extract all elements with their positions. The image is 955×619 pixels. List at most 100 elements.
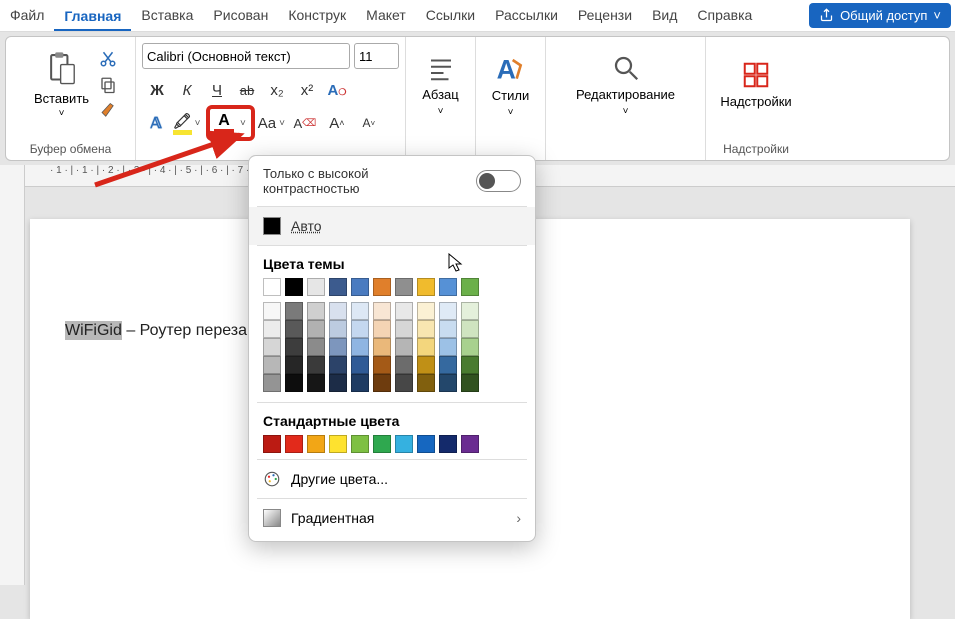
color-swatch[interactable] xyxy=(439,320,457,338)
color-swatch[interactable] xyxy=(329,338,347,356)
color-swatch[interactable] xyxy=(439,302,457,320)
color-swatch[interactable] xyxy=(395,320,413,338)
change-case-button[interactable]: Aa˅ xyxy=(259,110,287,136)
color-swatch[interactable] xyxy=(285,374,303,392)
menu-help[interactable]: Справка xyxy=(687,1,762,31)
color-swatch[interactable] xyxy=(395,278,413,296)
color-swatch[interactable] xyxy=(329,435,347,453)
clear-format-button[interactable]: A⌫ xyxy=(291,110,319,136)
color-swatch[interactable] xyxy=(351,338,369,356)
text-effects-button[interactable]: A❍ xyxy=(322,82,352,99)
color-swatch[interactable] xyxy=(351,278,369,296)
color-swatch[interactable] xyxy=(263,374,281,392)
color-swatch[interactable] xyxy=(263,320,281,338)
color-swatch[interactable] xyxy=(439,356,457,374)
share-button[interactable]: Общий доступ ˅ xyxy=(809,3,951,28)
color-swatch[interactable] xyxy=(263,302,281,320)
paragraph-button[interactable]: Абзац ˅ xyxy=(422,37,458,132)
color-swatch[interactable] xyxy=(439,338,457,356)
menu-file[interactable]: Файл xyxy=(0,1,54,31)
copy-icon[interactable] xyxy=(99,76,117,94)
color-swatch[interactable] xyxy=(439,435,457,453)
cut-icon[interactable] xyxy=(99,50,117,68)
color-swatch[interactable] xyxy=(329,278,347,296)
color-swatch[interactable] xyxy=(373,356,391,374)
color-swatch[interactable] xyxy=(263,338,281,356)
color-swatch[interactable] xyxy=(351,435,369,453)
color-swatch[interactable] xyxy=(439,278,457,296)
color-swatch[interactable] xyxy=(307,278,325,296)
color-swatch[interactable] xyxy=(351,356,369,374)
paste-button[interactable]: Вставить ˅ xyxy=(24,37,99,132)
high-contrast-toggle-row[interactable]: Только с высокой контрастностью xyxy=(249,156,535,206)
highlight-button[interactable]: 🖍˅ xyxy=(174,110,202,136)
color-swatch[interactable] xyxy=(461,278,479,296)
color-swatch[interactable] xyxy=(329,374,347,392)
more-colors-row[interactable]: Другие цвета... xyxy=(249,460,535,498)
chevron-down-icon[interactable]: ˅ xyxy=(237,118,249,129)
color-swatch[interactable] xyxy=(395,356,413,374)
menu-references[interactable]: Ссылки xyxy=(416,1,485,31)
font-color-button-highlighted[interactable]: A ˅ xyxy=(206,105,255,141)
color-swatch[interactable] xyxy=(351,320,369,338)
color-swatch[interactable] xyxy=(285,356,303,374)
color-swatch[interactable] xyxy=(373,278,391,296)
color-swatch[interactable] xyxy=(351,374,369,392)
color-swatch[interactable] xyxy=(373,302,391,320)
color-swatch[interactable] xyxy=(329,320,347,338)
menu-insert[interactable]: Вставка xyxy=(131,1,203,31)
menu-design[interactable]: Конструк xyxy=(278,1,356,31)
menu-draw[interactable]: Рисован xyxy=(203,1,278,31)
color-swatch[interactable] xyxy=(285,435,303,453)
color-swatch[interactable] xyxy=(373,435,391,453)
color-swatch[interactable] xyxy=(307,338,325,356)
color-swatch[interactable] xyxy=(417,338,435,356)
color-swatch[interactable] xyxy=(461,320,479,338)
color-swatch[interactable] xyxy=(373,374,391,392)
addins-button[interactable]: Надстройки xyxy=(720,37,791,132)
gradient-row[interactable]: Градиентная › xyxy=(249,499,535,537)
color-swatch[interactable] xyxy=(263,278,281,296)
auto-color-row[interactable]: Авто xyxy=(249,207,535,245)
font-size-select[interactable] xyxy=(354,43,399,69)
subscript-button[interactable]: x₂ xyxy=(262,82,292,99)
color-swatch[interactable] xyxy=(307,356,325,374)
italic-button[interactable]: К xyxy=(172,82,202,99)
color-swatch[interactable] xyxy=(307,374,325,392)
menu-layout[interactable]: Макет xyxy=(356,1,416,31)
color-swatch[interactable] xyxy=(461,302,479,320)
document-text[interactable]: WiFiGid – Роутер переза xyxy=(65,320,247,342)
text-outline-button[interactable]: 𝔸 xyxy=(142,110,170,136)
color-swatch[interactable] xyxy=(417,435,435,453)
color-swatch[interactable] xyxy=(417,278,435,296)
color-swatch[interactable] xyxy=(373,338,391,356)
shrink-font-button[interactable]: A˅ xyxy=(355,110,383,136)
color-swatch[interactable] xyxy=(263,356,281,374)
color-swatch[interactable] xyxy=(395,302,413,320)
color-swatch[interactable] xyxy=(439,374,457,392)
styles-button[interactable]: A Стили ˅ xyxy=(492,37,529,132)
color-swatch[interactable] xyxy=(329,356,347,374)
color-swatch[interactable] xyxy=(329,302,347,320)
superscript-button[interactable]: x² xyxy=(292,82,322,99)
format-painter-icon[interactable] xyxy=(99,102,117,120)
underline-button[interactable]: Ч xyxy=(202,82,232,99)
color-swatch[interactable] xyxy=(285,320,303,338)
color-swatch[interactable] xyxy=(417,374,435,392)
menu-mailings[interactable]: Рассылки xyxy=(485,1,568,31)
color-swatch[interactable] xyxy=(285,302,303,320)
color-swatch[interactable] xyxy=(285,278,303,296)
color-swatch[interactable] xyxy=(373,320,391,338)
bold-button[interactable]: Ж xyxy=(142,82,172,99)
menu-view[interactable]: Вид xyxy=(642,1,687,31)
color-swatch[interactable] xyxy=(461,435,479,453)
color-swatch[interactable] xyxy=(307,320,325,338)
color-swatch[interactable] xyxy=(461,356,479,374)
color-swatch[interactable] xyxy=(351,302,369,320)
editing-button[interactable]: Редактирование ˅ xyxy=(576,37,675,132)
color-swatch[interactable] xyxy=(395,338,413,356)
menu-review[interactable]: Рецензи xyxy=(568,1,642,31)
font-name-select[interactable] xyxy=(142,43,350,69)
color-swatch[interactable] xyxy=(417,320,435,338)
grow-font-button[interactable]: A˄ xyxy=(323,110,351,136)
